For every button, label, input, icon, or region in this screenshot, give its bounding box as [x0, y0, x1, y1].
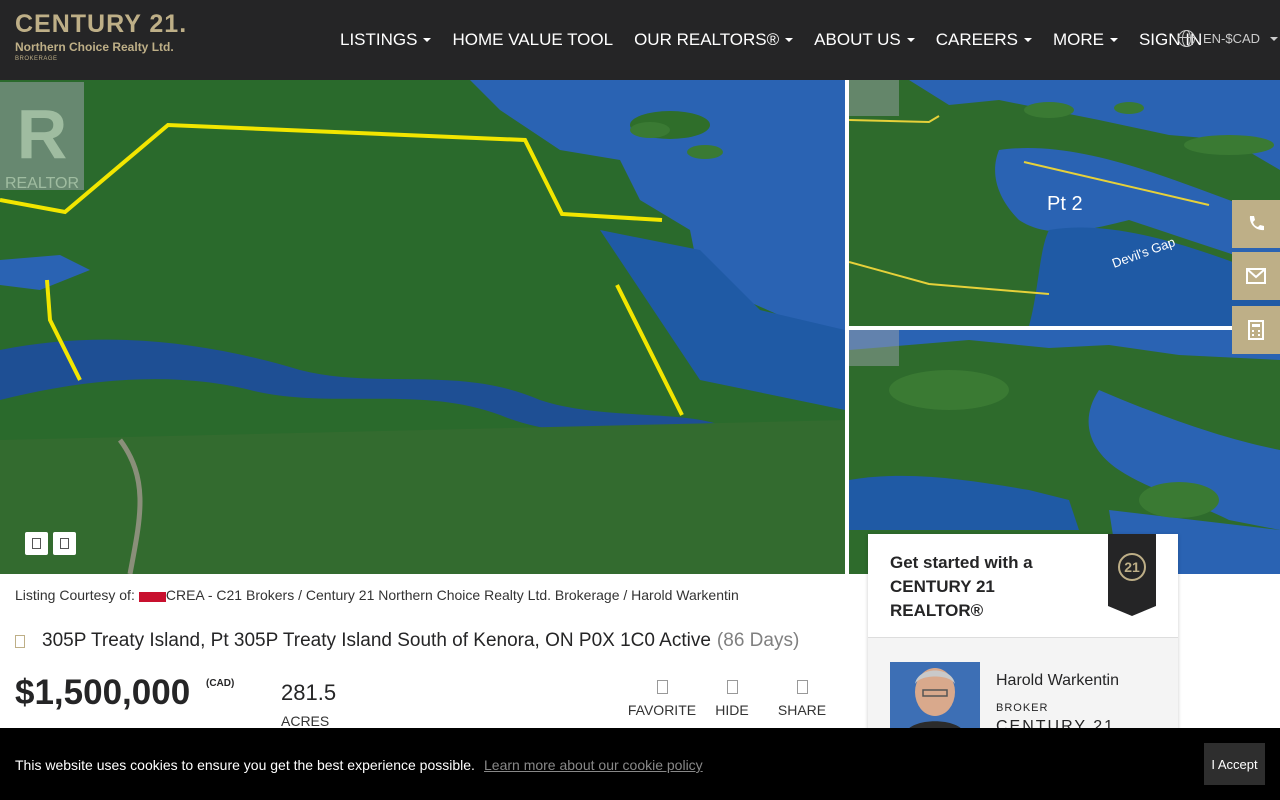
nav-label: OUR REALTORS® — [634, 30, 780, 49]
email-button[interactable] — [1232, 252, 1280, 300]
gallery-fullscreen-button[interactable] — [53, 532, 76, 555]
fullscreen-icon — [60, 538, 69, 549]
language-currency-selector[interactable]: EN-$CAD — [1178, 30, 1279, 47]
calculator-button[interactable] — [1232, 306, 1280, 354]
agent-photo[interactable] — [890, 662, 980, 734]
courtesy-label: Listing Courtesy of: — [15, 587, 135, 603]
agent-portrait — [890, 662, 980, 734]
chevron-down-icon — [785, 38, 794, 42]
main-nav: LISTINGS HOME VALUE TOOL OUR REALTORS® A… — [340, 30, 1223, 50]
logo-office-name: Northern Choice Realty Ltd. — [15, 40, 174, 54]
realtor-watermark: REALTOR — [5, 175, 79, 192]
nav-more[interactable]: MORE — [1053, 30, 1118, 50]
cookie-policy-link[interactable]: Learn more about our cookie policy — [484, 757, 703, 773]
eye-slash-icon — [726, 680, 738, 694]
agent-role: BROKER — [996, 702, 1049, 714]
listing-photo-2[interactable]: Pt 2 Devil's Gap — [849, 80, 1280, 326]
agent-info: Harold Warkentin BROKER CENTURY 21 — [868, 638, 1178, 735]
favorite-button[interactable]: FAVORITE — [622, 680, 702, 718]
gallery-icon — [32, 538, 41, 549]
crea-logo — [138, 592, 166, 602]
nav-label: HOME VALUE TOOL — [452, 30, 614, 49]
site-header: CENTURY 21. Northern Choice Realty Ltd. … — [0, 0, 1280, 80]
nav-label: CAREERS — [935, 30, 1018, 49]
main-listing-photo[interactable]: REALTOR R — [0, 80, 845, 574]
acres-label: ACRES — [281, 713, 330, 729]
century21-badge: 21 — [1108, 534, 1156, 616]
nav-label: ABOUT US — [814, 30, 901, 49]
call-button[interactable] — [1232, 200, 1280, 248]
nav-about-us[interactable]: ABOUT US — [814, 30, 915, 50]
cookie-message: This website uses cookies to ensure you … — [15, 757, 475, 773]
gallery-grid-button[interactable] — [25, 532, 48, 555]
nav-our-realtors[interactable]: OUR REALTORS® — [634, 30, 794, 50]
logo-brokerage: BROKERAGE — [15, 56, 58, 62]
accept-cookies-button[interactable]: I Accept — [1204, 743, 1265, 785]
chevron-down-icon — [1109, 38, 1118, 42]
listing-price: $1,500,000 — [15, 673, 191, 712]
nav-careers[interactable]: CAREERS — [936, 30, 1032, 50]
c21-seal-icon: 21 — [1118, 553, 1146, 581]
chevron-down-icon — [906, 38, 915, 42]
envelope-icon — [1246, 268, 1266, 284]
agent-name[interactable]: Harold Warkentin — [996, 672, 1119, 690]
share-icon — [796, 680, 808, 694]
acres-value: 281.5 — [281, 680, 337, 705]
hide-button[interactable]: HIDE — [692, 680, 772, 718]
share-button[interactable]: SHARE — [762, 680, 842, 718]
century21-logo[interactable]: CENTURY 21. Northern Choice Realty Ltd. … — [15, 10, 187, 62]
calculator-icon — [1248, 320, 1264, 340]
nav-label: MORE — [1052, 30, 1104, 49]
price-currency: (CAD) — [206, 678, 235, 689]
map-pin-icon — [15, 634, 25, 648]
photo-label-pt2: Pt 2 — [1047, 193, 1083, 215]
cookie-banner: This website uses cookies to ensure you … — [0, 728, 1280, 800]
chevron-down-icon — [1270, 36, 1279, 41]
hide-label: HIDE — [715, 702, 749, 718]
agent-contact-card: Get started with a CENTURY 21 REALTOR® 2… — [868, 534, 1178, 735]
card-title: Get started with a CENTURY 21 REALTOR® — [890, 553, 1033, 620]
address-text: 305P Treaty Island, Pt 305P Treaty Islan… — [42, 630, 711, 651]
language-label: EN-$CAD — [1203, 31, 1261, 46]
phone-icon — [1249, 216, 1264, 231]
svg-text:R: R — [17, 95, 68, 173]
chevron-down-icon — [423, 38, 432, 42]
aerial-photo: Pt 2 Devil's Gap — [849, 80, 1280, 326]
nav-label: LISTINGS — [340, 30, 418, 49]
aerial-photo: REALTOR R — [0, 80, 845, 574]
nav-home-value-tool[interactable]: HOME VALUE TOOL — [452, 30, 613, 50]
listing-address: 305P Treaty Island, Pt 305P Treaty Islan… — [15, 630, 799, 652]
share-label: SHARE — [777, 702, 827, 718]
courtesy-text: CREA - C21 Brokers / Century 21 Northern… — [165, 587, 739, 603]
days-on-market: (86 Days) — [716, 630, 800, 651]
logo-wordmark: CENTURY 21. — [15, 10, 188, 38]
heart-icon — [656, 680, 668, 694]
globe-icon — [1178, 30, 1195, 47]
nav-listings[interactable]: LISTINGS — [340, 30, 432, 50]
card-header: Get started with a CENTURY 21 REALTOR® 2… — [868, 534, 1178, 638]
listing-courtesy: Listing Courtesy of: CREA - C21 Brokers … — [15, 587, 739, 603]
favorite-label: FAVORITE — [627, 702, 697, 718]
chevron-down-icon — [1023, 38, 1032, 42]
